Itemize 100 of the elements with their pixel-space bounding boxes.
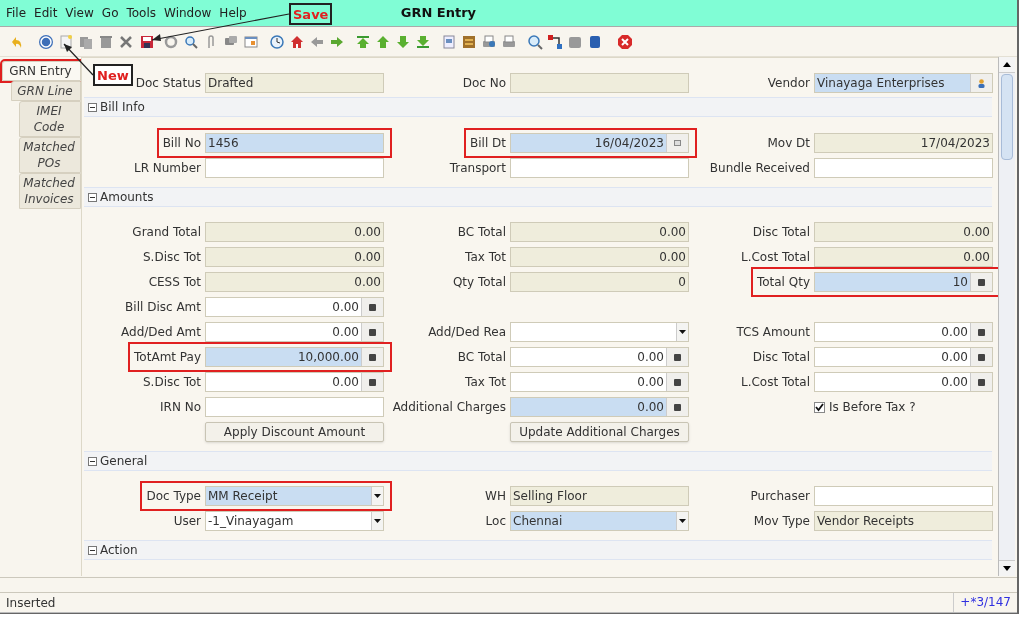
input-field[interactable]: 17/04/2023 (814, 133, 993, 153)
home-icon[interactable] (289, 33, 305, 50)
print-preview-icon[interactable] (481, 33, 497, 50)
calculator-button[interactable] (970, 323, 992, 341)
action-button[interactable]: Apply Discount Amount (205, 422, 384, 442)
dropdown-button[interactable] (676, 323, 688, 341)
input-field[interactable]: 0.00 (814, 247, 993, 267)
input-field[interactable]: Drafted (205, 73, 384, 93)
tab[interactable]: Matched POs (19, 137, 81, 173)
input-field[interactable]: 0.00 (510, 397, 689, 417)
input-field[interactable]: 0.00 (205, 222, 384, 242)
input-field[interactable]: 16/04/2023 (510, 133, 689, 153)
calculator-button[interactable] (666, 348, 688, 366)
calculator-button[interactable] (970, 273, 992, 291)
input-field[interactable]: 0.00 (205, 247, 384, 267)
tab[interactable]: GRN Line (11, 81, 81, 101)
dropdown-button[interactable] (371, 487, 383, 505)
checkbox-label: Is Before Tax ? (829, 399, 916, 416)
lookup-button[interactable] (970, 74, 992, 92)
menu-item[interactable]: Help (215, 4, 251, 22)
input-field[interactable]: 0.00 (510, 372, 689, 392)
input-field[interactable]: 0.00 (510, 222, 689, 242)
menu-item[interactable]: Go (97, 4, 123, 22)
section-header[interactable]: General (84, 451, 992, 471)
menu-item[interactable]: Edit (30, 4, 62, 22)
printer-icon[interactable] (501, 33, 517, 50)
menu-item[interactable]: Window (160, 4, 216, 22)
archive-icon[interactable] (461, 33, 477, 50)
dropdown-field[interactable]: MM Receipt (205, 486, 384, 506)
section-header[interactable]: Bill Info (84, 97, 992, 117)
checkbox[interactable] (814, 401, 825, 413)
collapse-icon (88, 102, 97, 112)
input-field[interactable] (510, 73, 689, 93)
up-arrow-icon[interactable] (375, 33, 391, 50)
input-field[interactable]: Vendor Receipts (814, 511, 993, 531)
zoom-icon[interactable] (527, 33, 543, 50)
dropdown-field[interactable] (510, 322, 689, 342)
input-field[interactable]: 0.00 (814, 372, 993, 392)
dropdown-button[interactable] (371, 512, 383, 530)
scroll-thumb[interactable] (1001, 74, 1013, 160)
calculator-button[interactable] (666, 373, 688, 391)
input-field[interactable]: 0.00 (814, 347, 993, 367)
field-label: Total Qty (756, 274, 810, 291)
input-field[interactable]: 0.00 (205, 297, 384, 317)
calculator-button[interactable] (361, 298, 383, 316)
save-icon[interactable] (139, 33, 155, 50)
input-field[interactable]: Vinayaga Enterprises (814, 73, 993, 93)
calendar-button[interactable] (666, 134, 688, 152)
input-field[interactable]: 10,000.00 (205, 347, 384, 367)
input-field[interactable]: 1456 (205, 133, 384, 153)
help-icon[interactable] (38, 33, 54, 50)
calculator-button[interactable] (970, 373, 992, 391)
scrollbar[interactable] (998, 57, 1015, 576)
calculator-button[interactable] (361, 373, 383, 391)
down-arrow-icon[interactable] (395, 33, 411, 50)
input-field[interactable] (814, 486, 993, 506)
scroll-down-button[interactable] (999, 560, 1015, 576)
input-field[interactable]: 0.00 (814, 222, 993, 242)
close-icon[interactable] (617, 33, 633, 50)
field-label: Disc Total (752, 224, 810, 241)
history-icon[interactable] (269, 33, 285, 50)
calculator-button[interactable] (666, 398, 688, 416)
dropdown-field[interactable]: -1_Vinayagam (205, 511, 384, 531)
tab[interactable]: Matched Invoices (19, 173, 81, 209)
menu-item[interactable]: View (61, 4, 98, 22)
calculator-button[interactable] (361, 323, 383, 341)
window-icon[interactable] (243, 33, 259, 50)
first-record-icon[interactable] (355, 33, 371, 50)
trash-icon[interactable] (98, 33, 114, 50)
tab[interactable]: IMEI Code (19, 101, 81, 137)
input-field[interactable]: 0.00 (205, 272, 384, 292)
input-field[interactable]: 10 (814, 272, 993, 292)
input-field[interactable]: 0 (510, 272, 689, 292)
scroll-up-button[interactable] (999, 57, 1015, 73)
section-header[interactable]: Amounts (84, 187, 992, 207)
input-field[interactable]: 0.00 (510, 247, 689, 267)
input-field[interactable]: 0.00 (205, 322, 384, 342)
tab[interactable]: GRN Entry (2, 61, 81, 81)
action-button[interactable]: Update Additional Charges (510, 422, 689, 442)
calculator-button[interactable] (361, 348, 383, 366)
input-field[interactable]: 0.00 (814, 322, 993, 342)
report-icon[interactable] (441, 33, 457, 50)
input-field[interactable]: Selling Floor (510, 486, 689, 506)
menu-item[interactable]: Tools (122, 4, 161, 22)
input-field[interactable] (205, 158, 384, 178)
input-field[interactable] (205, 397, 384, 417)
input-field[interactable] (814, 158, 993, 178)
workflow-icon[interactable] (547, 33, 563, 50)
new-document-icon[interactable] (58, 33, 74, 50)
section-header[interactable]: Action (84, 540, 992, 560)
input-field[interactable] (510, 158, 689, 178)
input-field[interactable]: 0.00 (510, 347, 689, 367)
calculator-icon (978, 328, 985, 336)
calculator-button[interactable] (970, 348, 992, 366)
dropdown-field[interactable]: Chennai (510, 511, 689, 531)
dropdown-button[interactable] (676, 512, 688, 530)
last-record-icon[interactable] (415, 33, 431, 50)
menu-item[interactable]: File (2, 4, 31, 22)
input-field[interactable]: 0.00 (205, 372, 384, 392)
search-icon[interactable] (183, 33, 199, 50)
